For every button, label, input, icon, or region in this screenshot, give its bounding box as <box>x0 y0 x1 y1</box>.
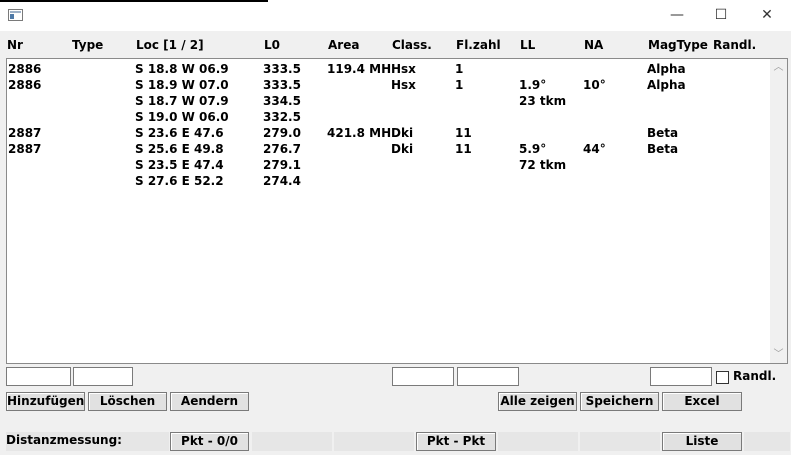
list-button[interactable]: Liste <box>662 432 742 451</box>
cell-nr: 2886 <box>8 78 42 92</box>
list-item[interactable]: S 23.5 E 47.4 279.1 72 tkm <box>7 157 767 173</box>
cell-loc: S 23.5 E 47.4 <box>135 158 224 172</box>
minimize-icon[interactable]: — <box>654 0 700 31</box>
column-header-flzahl[interactable]: Fl.zahl <box>455 36 520 55</box>
cell-na: 10° <box>583 78 606 92</box>
cell-class: Dki <box>391 142 414 156</box>
distance-panel-5 <box>744 432 790 451</box>
add-button[interactable]: Hinzufügen <box>6 392 85 411</box>
cell-flzahl: 1 <box>455 78 464 92</box>
magtype-input[interactable] <box>650 367 712 386</box>
vertical-scrollbar[interactable]: ︿ ﹀ <box>770 59 787 363</box>
cell-flzahl: 11 <box>455 142 472 156</box>
distance-panel-3 <box>498 432 578 451</box>
distance-panel-4 <box>580 432 660 451</box>
cell-l0: 334.5 <box>263 94 301 108</box>
cell-l0: 276.7 <box>263 142 301 156</box>
column-header-class[interactable]: Class. <box>391 36 456 55</box>
cell-nr: 2887 <box>8 126 42 140</box>
cell-l0: 279.0 <box>263 126 301 140</box>
cell-loc: S 18.8 W 06.9 <box>135 62 229 76</box>
scroll-down-icon[interactable]: ﹀ <box>770 346 787 363</box>
list-item[interactable]: 2886 S 18.9 W 07.0 333.5 Hsx 1 1.9° 10° Alpha <box>7 77 767 93</box>
cell-magtype: Beta <box>647 142 679 156</box>
cell-l0: 333.5 <box>263 78 301 92</box>
cell-loc: S 18.9 W 07.0 <box>135 78 229 92</box>
list-item[interactable]: S 18.7 W 07.9 334.5 23 tkm <box>7 93 767 109</box>
cell-flzahl: 1 <box>455 62 464 76</box>
show-all-button[interactable]: Alle zeigen <box>498 392 577 411</box>
cell-loc: S 27.6 E 52.2 <box>135 174 224 188</box>
scroll-up-icon[interactable]: ︿ <box>770 59 787 76</box>
cell-l0: 332.5 <box>263 110 301 124</box>
cell-loc: S 25.6 E 49.8 <box>135 142 224 156</box>
type-input[interactable] <box>73 367 133 386</box>
cell-magtype: Alpha <box>647 78 686 92</box>
list-item[interactable]: S 27.6 E 52.2 274.4 <box>7 173 767 189</box>
cell-ll: 72 tkm <box>519 158 567 172</box>
list-item[interactable]: 2886 S 18.8 W 06.9 333.5 119.4 MH Hsx 1 Alpha <box>7 61 767 77</box>
app-icon <box>8 9 23 21</box>
column-header-na[interactable]: NA <box>583 36 648 55</box>
list-rows: 2886 S 18.8 W 06.9 333.5 119.4 MH Hsx 1 Alpha 2… <box>7 59 769 363</box>
close-icon[interactable]: ✕ <box>744 0 790 31</box>
cell-l0: 274.4 <box>263 174 301 188</box>
class-input[interactable] <box>392 367 454 386</box>
cell-loc: S 18.7 W 07.9 <box>135 94 229 108</box>
cell-area: 421.8 MH <box>327 126 392 140</box>
pkt-pkt-button[interactable]: Pkt - Pkt <box>416 432 496 451</box>
cell-ll: 23 tkm <box>519 94 567 108</box>
cell-area: 119.4 MH <box>327 62 392 76</box>
distance-panel-2 <box>334 432 414 451</box>
list-item[interactable]: S 19.0 W 06.0 332.5 <box>7 109 767 125</box>
column-header-l0[interactable]: L0 <box>263 36 328 55</box>
column-header-type[interactable]: Type <box>71 36 136 55</box>
nr-input[interactable] <box>6 367 71 386</box>
distance-panel-1 <box>252 432 332 451</box>
save-button[interactable]: Speichern <box>580 392 659 411</box>
flzahl-input[interactable] <box>457 367 519 386</box>
cell-ll: 5.9° <box>519 142 547 156</box>
randl-checkbox[interactable] <box>716 371 729 384</box>
list-item[interactable]: 2887 S 23.6 E 47.6 279.0 421.8 MH Dki 11 Beta <box>7 125 767 141</box>
column-header-randl[interactable]: Randl. <box>712 36 779 55</box>
excel-button[interactable]: Excel <box>662 392 742 411</box>
cell-ll: 1.9° <box>519 78 547 92</box>
column-header-ll[interactable]: LL <box>519 36 584 55</box>
cell-flzahl: 11 <box>455 126 472 140</box>
cell-loc: S 19.0 W 06.0 <box>135 110 229 124</box>
edit-button[interactable]: Aendern <box>170 392 249 411</box>
list-header: Nr Type Loc [1 / 2] L0 Area Class. Fl.za… <box>6 36 779 56</box>
title-accent-line <box>0 0 268 2</box>
cell-class: Hsx <box>391 78 416 92</box>
distance-label: Distanzmessung: <box>6 433 122 447</box>
delete-button[interactable]: Löschen <box>88 392 167 411</box>
cell-class: Hsx <box>391 62 416 76</box>
cell-nr: 2886 <box>8 62 42 76</box>
column-header-area[interactable]: Area <box>327 36 392 55</box>
randl-checkbox-label[interactable]: Randl. <box>733 369 776 383</box>
cell-class: Dki <box>391 126 414 140</box>
cell-l0: 279.1 <box>263 158 301 172</box>
cell-na: 44° <box>583 142 606 156</box>
cell-l0: 333.5 <box>263 62 301 76</box>
cell-nr: 2887 <box>8 142 42 156</box>
maximize-icon[interactable]: ☐ <box>698 0 744 31</box>
cell-magtype: Alpha <box>647 62 686 76</box>
cell-magtype: Beta <box>647 126 679 140</box>
column-header-loc[interactable]: Loc [1 / 2] <box>135 36 264 55</box>
cell-loc: S 23.6 E 47.6 <box>135 126 224 140</box>
list-item[interactable]: 2887 S 25.6 E 49.8 276.7 Dki 11 5.9° 44° Beta <box>7 141 767 157</box>
pkt-0-button[interactable]: Pkt - 0/0 <box>170 432 249 451</box>
column-header-nr[interactable]: Nr <box>6 36 72 55</box>
column-header-magtype[interactable]: MagType <box>647 36 713 55</box>
